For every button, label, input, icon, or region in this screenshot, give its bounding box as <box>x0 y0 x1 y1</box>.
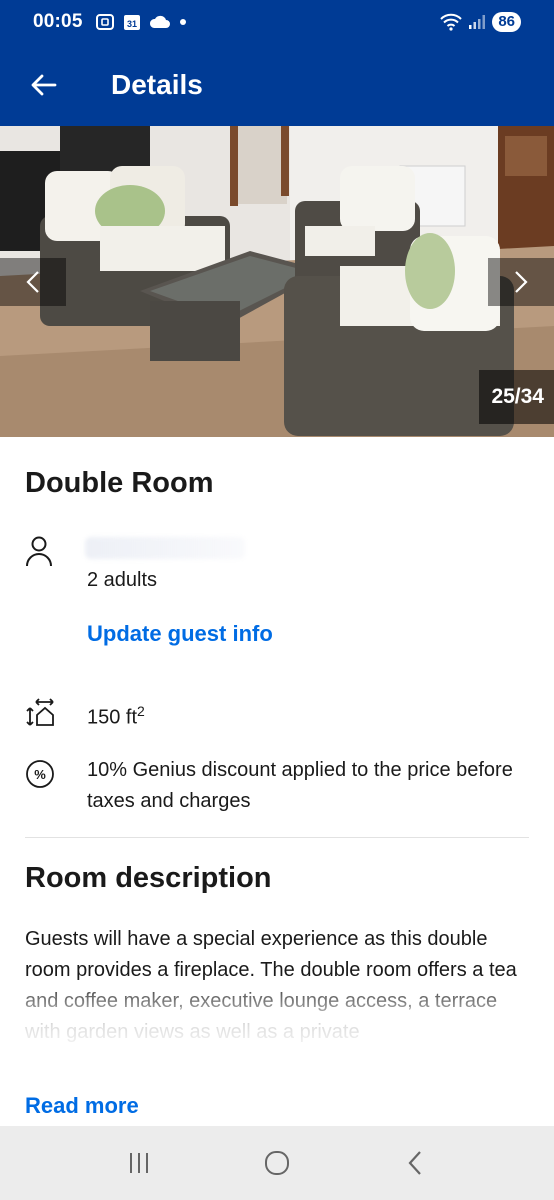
discount-row: % 10% Genius discount applied to the pri… <box>25 755 517 817</box>
section-divider <box>25 837 529 838</box>
signal-icon <box>468 14 486 30</box>
back-button[interactable] <box>24 65 64 105</box>
home-button[interactable] <box>247 1138 307 1188</box>
gallery-prev-button[interactable] <box>0 258 66 306</box>
room-description-title: Room description <box>25 862 272 894</box>
status-system-icons: 86 <box>440 12 521 32</box>
room-size-icon <box>25 696 69 734</box>
guest-count: 2 adults <box>87 569 158 591</box>
room-size-value: 150 ft <box>87 706 138 729</box>
description-fade-overlay <box>0 977 554 1057</box>
guest-name-redacted <box>85 537 245 559</box>
guest-row <box>25 535 69 567</box>
recent-apps-icon <box>130 1153 148 1173</box>
calendar-icon: 31 <box>123 13 141 31</box>
photo-gallery[interactable]: 25/34 <box>0 126 554 437</box>
room-size-row: 150 ft2 <box>25 696 145 734</box>
read-more-link[interactable]: Read more <box>25 1093 139 1119</box>
chevron-right-icon <box>515 271 528 293</box>
update-guest-info-link[interactable]: Update guest info <box>87 621 273 647</box>
cloud-icon <box>149 15 171 29</box>
room-size-unit-exponent: 2 <box>137 703 145 719</box>
genius-discount-text: 10% Genius discount applied to the price… <box>87 759 513 812</box>
arrow-left-icon <box>31 74 57 96</box>
app-bar: Details <box>0 44 554 126</box>
page-title: Details <box>111 69 203 100</box>
status-bar: 00:05 31 86 <box>0 0 554 44</box>
dot-icon <box>179 18 187 26</box>
status-notification-icons: 31 <box>95 13 187 31</box>
person-icon <box>25 535 69 567</box>
chevron-left-icon <box>408 1151 421 1175</box>
system-nav-bar <box>0 1126 554 1200</box>
status-time: 00:05 <box>33 11 83 32</box>
photo-counter: 25/34 <box>479 370 554 424</box>
chevron-left-icon <box>26 271 39 293</box>
home-circle-icon <box>265 1151 289 1175</box>
calendar-day: 31 <box>127 19 137 29</box>
room-size: 150 ft2 <box>87 696 145 734</box>
system-back-button[interactable] <box>385 1138 445 1188</box>
battery-indicator: 86 <box>492 12 521 32</box>
room-title: Double Room <box>25 467 214 499</box>
percent-icon: % <box>25 755 69 817</box>
gallery-next-button[interactable] <box>488 258 554 306</box>
recent-apps-button[interactable] <box>109 1138 169 1188</box>
wifi-icon <box>440 13 463 31</box>
screenshot-icon <box>95 13 115 31</box>
svg-text:%: % <box>34 767 46 782</box>
room-photo <box>0 126 554 437</box>
